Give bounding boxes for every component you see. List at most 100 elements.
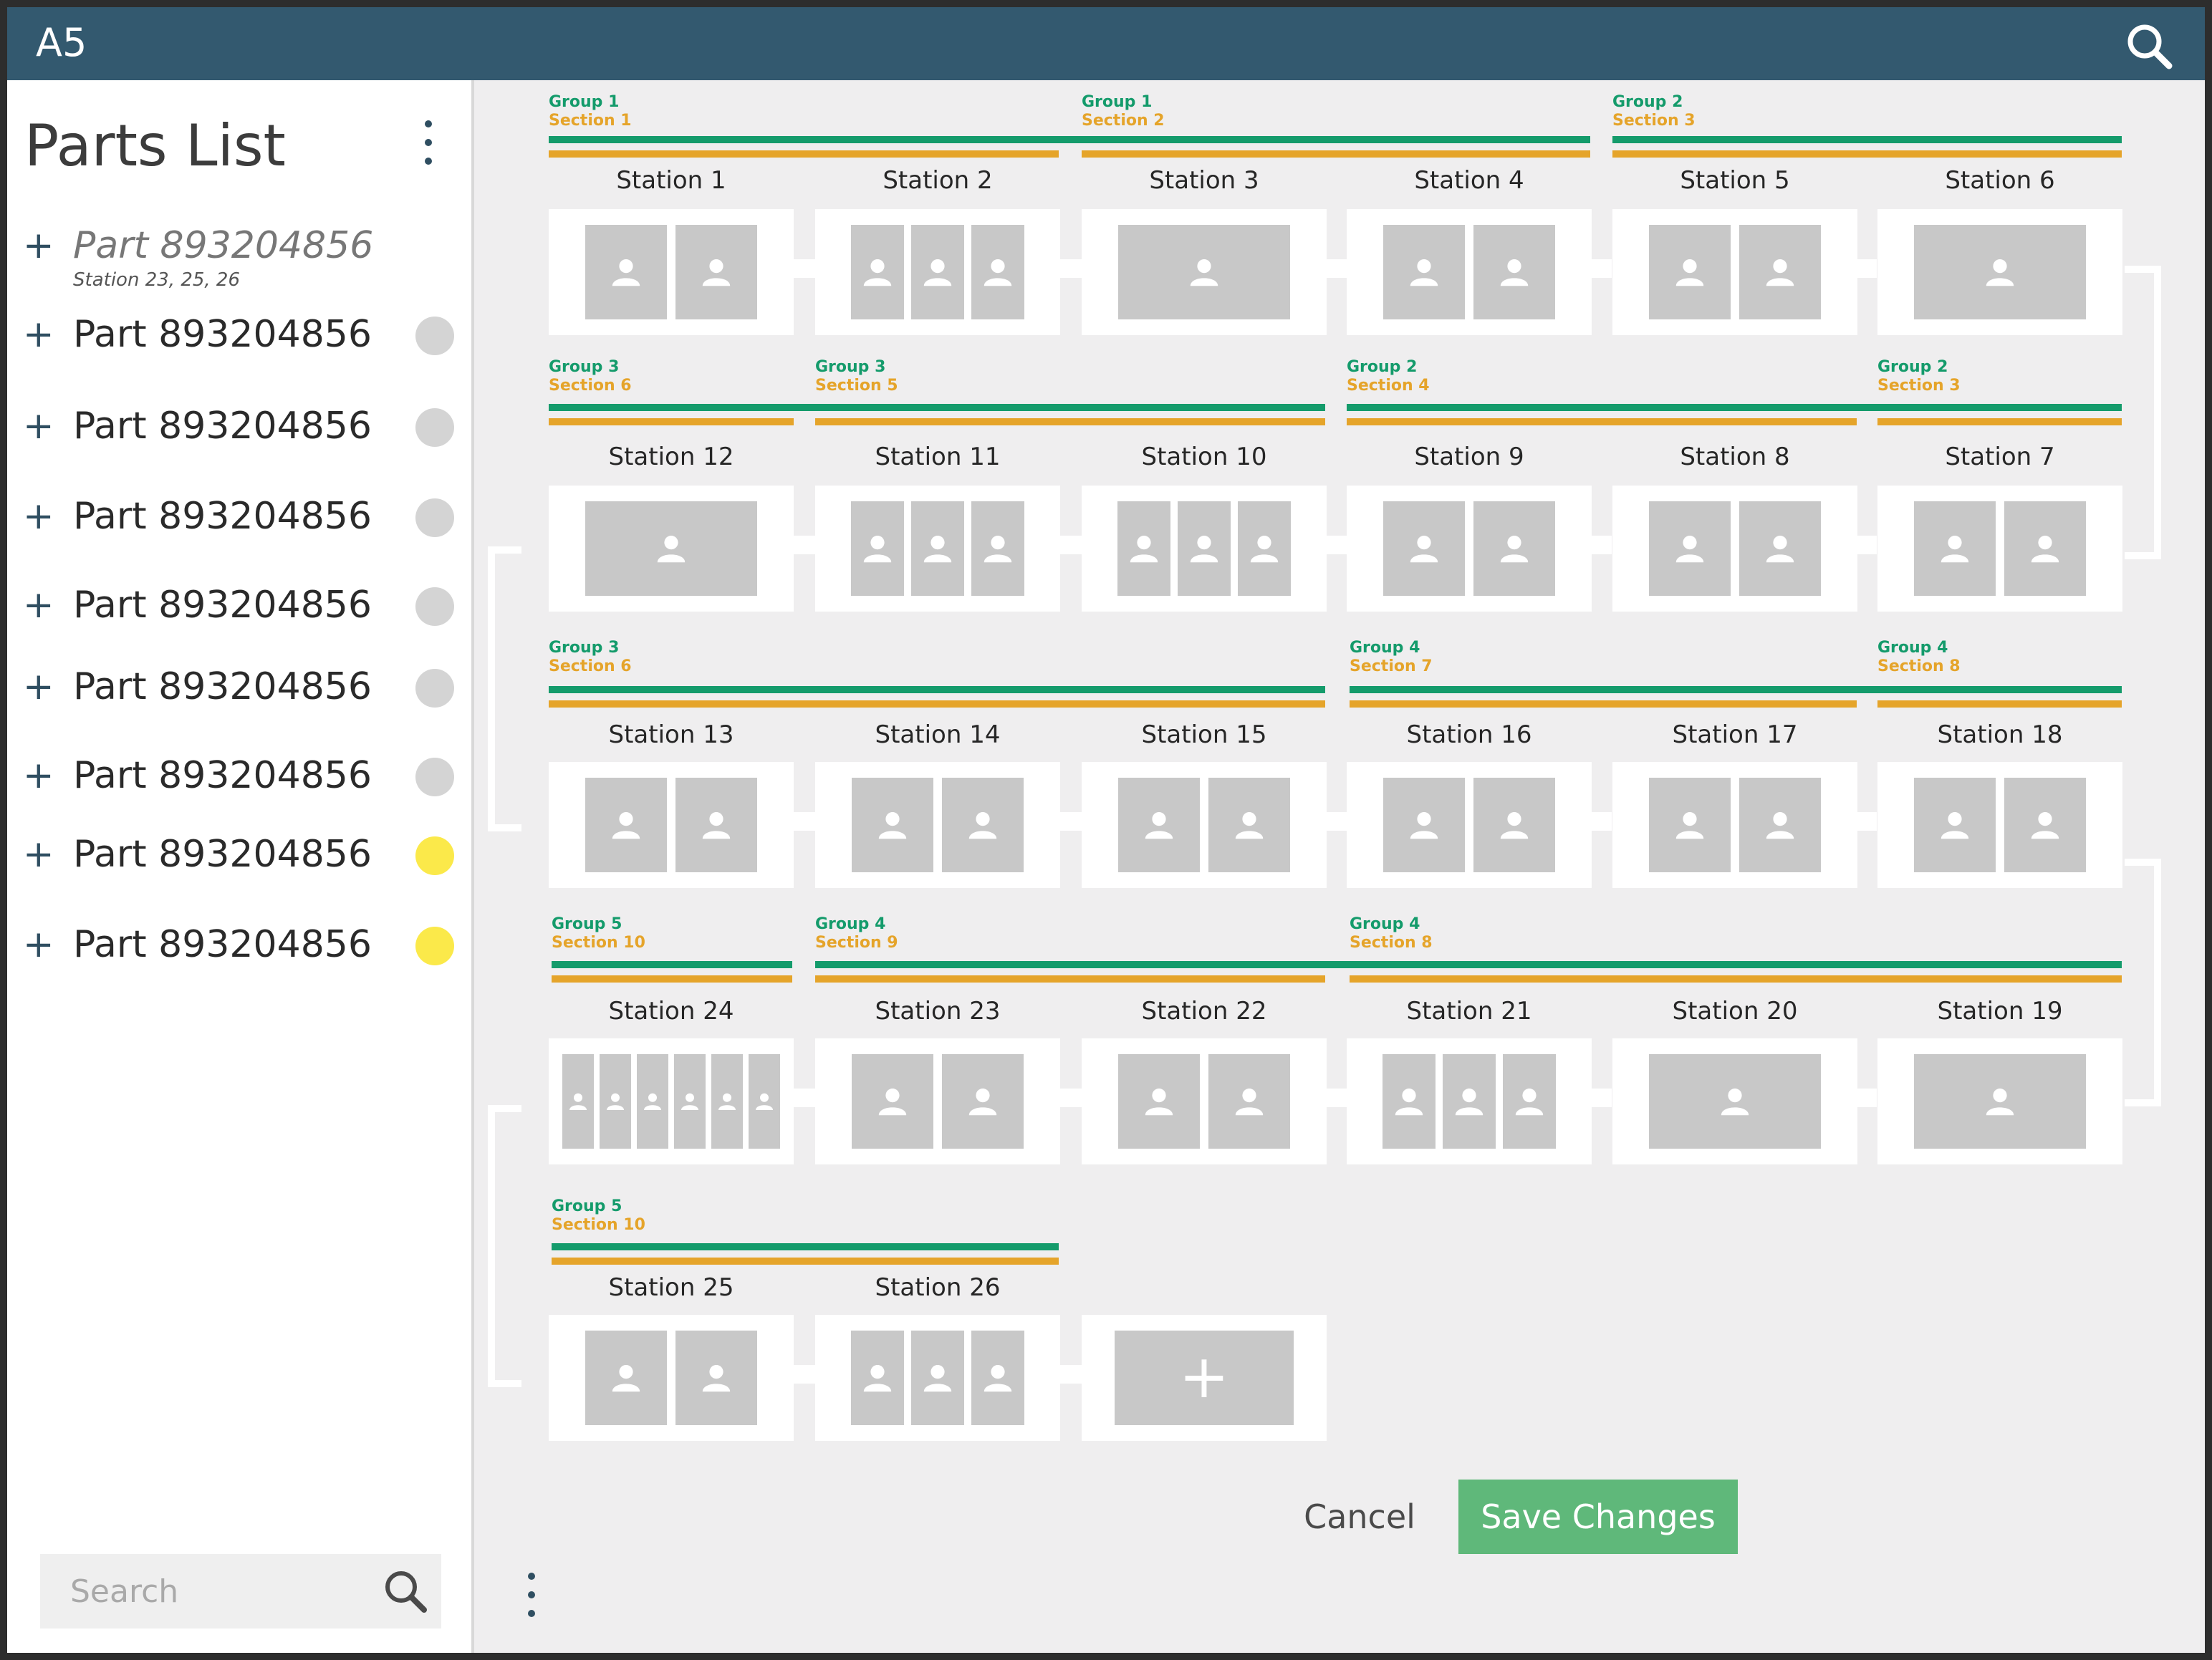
group-bar[interactable] <box>815 961 2122 968</box>
operator-slot[interactable] <box>585 1331 667 1425</box>
group-bar[interactable] <box>552 1243 1059 1250</box>
more-vert-icon[interactable] <box>417 117 440 172</box>
station-card[interactable] <box>549 1038 794 1164</box>
operator-slot[interactable] <box>1914 225 2086 319</box>
station-card[interactable] <box>815 1038 1060 1164</box>
section-bar[interactable] <box>549 418 794 425</box>
operator-slot[interactable] <box>1383 778 1465 872</box>
operator-slot[interactable] <box>971 225 1024 319</box>
operator-slot[interactable] <box>1208 778 1290 872</box>
operator-slot[interactable] <box>942 778 1024 872</box>
station-card[interactable] <box>1612 762 1857 888</box>
operator-slot[interactable] <box>911 225 964 319</box>
section-bar[interactable] <box>1347 418 1857 425</box>
group-bar[interactable] <box>549 136 1590 143</box>
station-card[interactable] <box>549 486 794 612</box>
station-card[interactable] <box>1877 1038 2122 1164</box>
operator-slot[interactable] <box>971 1331 1024 1425</box>
plus-icon[interactable]: + <box>23 756 54 795</box>
operator-slot[interactable] <box>1473 501 1555 596</box>
operator-slot[interactable] <box>1739 778 1821 872</box>
part-item[interactable]: + Part 893204856 <box>23 582 460 632</box>
station-card[interactable] <box>1612 1038 1857 1164</box>
station-card[interactable] <box>549 762 794 888</box>
operator-slot[interactable] <box>2004 501 2086 596</box>
operator-slot[interactable] <box>675 778 757 872</box>
part-item-expanded[interactable]: + Part 893204856 Station 23, 25, 26 <box>23 222 460 294</box>
station-card[interactable] <box>815 486 1060 612</box>
part-item[interactable]: + Part 893204856 <box>23 402 460 453</box>
operator-slot[interactable] <box>1503 1054 1556 1149</box>
part-item[interactable]: + Part 893204856 <box>23 752 460 802</box>
operator-slot[interactable] <box>1208 1054 1290 1149</box>
section-bar[interactable] <box>1350 975 2122 983</box>
group-bar[interactable] <box>549 686 1325 693</box>
section-bar[interactable] <box>549 150 1059 158</box>
operator-slot[interactable] <box>1914 501 1996 596</box>
section-bar[interactable] <box>552 975 792 983</box>
part-item[interactable]: + Part 893204856 <box>23 663 460 713</box>
operator-slot[interactable] <box>911 501 964 596</box>
search-input[interactable] <box>40 1554 370 1628</box>
operator-slot[interactable] <box>852 1054 933 1149</box>
operator-slot[interactable] <box>1117 501 1170 596</box>
operator-slot[interactable] <box>1238 501 1291 596</box>
plus-icon[interactable]: + <box>23 226 54 265</box>
station-card[interactable] <box>1347 209 1592 335</box>
operator-slot[interactable] <box>1739 225 1821 319</box>
group-bar[interactable] <box>1347 404 2122 411</box>
operator-slot[interactable] <box>1382 1054 1436 1149</box>
operator-slot[interactable] <box>1649 1054 1821 1149</box>
plus-icon[interactable]: + <box>23 586 54 624</box>
cancel-button[interactable]: Cancel <box>1274 1480 1446 1554</box>
operator-slot[interactable] <box>1118 778 1200 872</box>
save-changes-button[interactable]: Save Changes <box>1458 1480 1738 1554</box>
operator-slot[interactable] <box>1443 1054 1496 1149</box>
operator-slot[interactable] <box>1739 501 1821 596</box>
station-card[interactable] <box>1082 209 1327 335</box>
section-bar[interactable] <box>549 700 1325 708</box>
group-bar[interactable] <box>1612 136 2122 143</box>
operator-slot[interactable] <box>1178 501 1231 596</box>
operator-slot[interactable] <box>942 1054 1024 1149</box>
part-item[interactable]: + Part 893204856 <box>23 493 460 543</box>
section-bar[interactable] <box>1877 700 2122 708</box>
operator-slot[interactable] <box>1383 501 1465 596</box>
operator-slot[interactable] <box>675 1331 757 1425</box>
operator-slot[interactable] <box>637 1054 668 1149</box>
operator-slot[interactable] <box>1118 1054 1200 1149</box>
operator-slot[interactable] <box>600 1054 631 1149</box>
group-bar[interactable] <box>552 961 792 968</box>
plus-icon[interactable]: + <box>23 835 54 874</box>
station-card[interactable] <box>815 1315 1060 1441</box>
section-bar[interactable] <box>1350 700 1857 708</box>
section-bar[interactable] <box>815 975 1325 983</box>
group-bar[interactable] <box>1350 686 2122 693</box>
station-card[interactable] <box>815 762 1060 888</box>
operator-slot[interactable] <box>585 225 667 319</box>
operator-slot[interactable] <box>1473 778 1555 872</box>
part-item[interactable]: + Part 893204856 <box>23 921 460 971</box>
operator-slot[interactable] <box>1473 225 1555 319</box>
operator-slot[interactable] <box>1649 225 1731 319</box>
search-icon[interactable] <box>381 1567 430 1616</box>
station-card[interactable] <box>1082 486 1327 612</box>
operator-slot[interactable] <box>1914 1054 2086 1149</box>
section-bar[interactable] <box>552 1258 1059 1265</box>
station-card[interactable] <box>1612 486 1857 612</box>
section-bar[interactable] <box>815 418 1325 425</box>
plus-icon[interactable]: + <box>23 407 54 445</box>
plus-icon[interactable]: + <box>23 925 54 964</box>
operator-slot[interactable] <box>585 778 667 872</box>
add-station-button[interactable]: + <box>1082 1315 1327 1441</box>
operator-slot[interactable] <box>851 501 904 596</box>
part-item[interactable]: + Part 893204856 <box>23 831 460 881</box>
operator-slot[interactable] <box>1383 225 1465 319</box>
station-card[interactable] <box>815 209 1060 335</box>
operator-slot[interactable] <box>1649 778 1731 872</box>
operator-slot[interactable] <box>971 501 1024 596</box>
operator-slot[interactable] <box>562 1054 594 1149</box>
station-card[interactable] <box>1877 209 2122 335</box>
operator-slot[interactable] <box>851 1331 904 1425</box>
section-bar[interactable] <box>1082 150 1590 158</box>
